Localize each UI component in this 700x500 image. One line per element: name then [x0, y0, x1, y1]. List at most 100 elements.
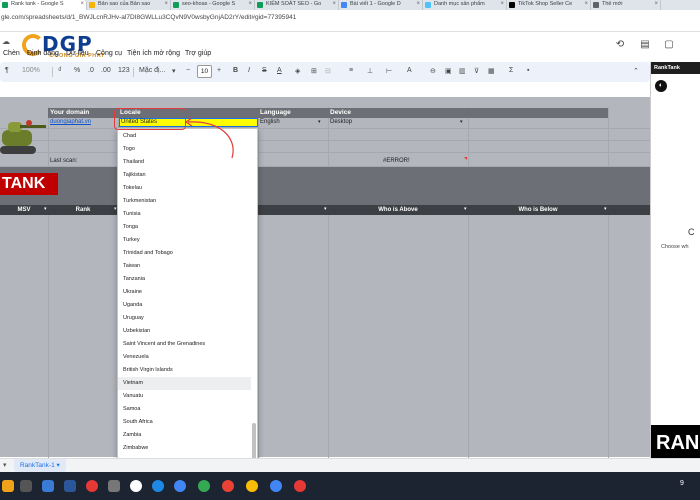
increase-decimal-button[interactable]: .00	[101, 67, 111, 74]
url-bar[interactable]: gle.com/spreadsheets/d/1_BWJLcnRJHv-al7D…	[0, 10, 700, 32]
chevron-down-icon[interactable]: ▾	[57, 462, 60, 469]
locale-option[interactable]: Taiwan	[118, 260, 251, 273]
align-icon[interactable]: ≡	[349, 67, 353, 74]
chrome-icon[interactable]	[270, 480, 282, 492]
dropdown-scrollbar[interactable]	[252, 423, 256, 463]
paint-format-icon[interactable]: ¶	[5, 67, 9, 74]
header-your-domain[interactable]: Your domain	[48, 108, 118, 118]
chrome-icon[interactable]	[222, 480, 234, 492]
font-size-decrease-button[interactable]: −	[186, 67, 190, 74]
menu-tools[interactable]: Công cụ	[96, 50, 122, 57]
locale-option[interactable]: Ukraine	[118, 286, 251, 299]
close-tab-icon[interactable]: ×	[654, 0, 658, 9]
locale-option[interactable]: Uzbekistan	[118, 325, 251, 338]
font-size-input[interactable]: 10	[197, 65, 212, 78]
strikethrough-icon[interactable]: S	[262, 67, 267, 74]
menu-data[interactable]: Dữ liệu	[66, 50, 89, 57]
comment-icon[interactable]: ▣	[445, 67, 452, 75]
locale-option[interactable]: Vanuatu	[118, 390, 251, 403]
wrap-icon[interactable]: ⊢	[386, 67, 392, 75]
spreadsheet-grid[interactable]	[0, 97, 650, 457]
locale-option[interactable]: Vietnam	[118, 377, 251, 390]
close-tab-icon[interactable]: ×	[500, 0, 504, 9]
close-tab-icon[interactable]: ×	[584, 0, 588, 9]
app-icon[interactable]	[152, 480, 164, 492]
th-msv[interactable]: MSV	[0, 205, 48, 215]
valign-icon[interactable]: ⊥	[367, 67, 373, 75]
font-size-increase-button[interactable]: +	[217, 67, 221, 74]
chevron-down-icon[interactable]: ▾	[318, 119, 321, 125]
browser-tab[interactable]: Danh mục sản phẩm ×	[423, 0, 507, 10]
italic-button[interactable]: I	[248, 67, 250, 74]
filter-views-icon[interactable]: ▦	[488, 67, 495, 75]
browser-tab[interactable]: Bài viết 1 - Google D ×	[339, 0, 423, 10]
filter-icon[interactable]: ⊽	[474, 67, 479, 75]
borders-icon[interactable]: ⊞	[311, 67, 317, 75]
browser-tab[interactable]: Thẻ mới ×	[591, 0, 661, 10]
chrome-icon[interactable]	[198, 480, 210, 492]
rotate-icon[interactable]: A	[407, 67, 412, 74]
th-who-above[interactable]: Who is Above	[328, 205, 468, 215]
link-icon[interactable]: ⊖	[430, 67, 436, 75]
chevron-down-icon[interactable]: ▾	[172, 67, 176, 75]
menu-help[interactable]: Trợ giúp	[185, 50, 211, 57]
lock-icon[interactable]: ▪	[527, 67, 529, 74]
filter-toggle-icon[interactable]: ▾	[464, 206, 467, 212]
functions-icon[interactable]: Σ	[509, 67, 513, 74]
language-cell[interactable]: English	[260, 119, 280, 125]
url-text[interactable]: gle.com/spreadsheets/d/1_BWJLcnRJHv-al7D…	[1, 14, 296, 21]
app-icon[interactable]	[130, 480, 142, 492]
th-rank[interactable]: Rank	[48, 205, 118, 215]
close-tab-icon[interactable]: ×	[248, 0, 252, 9]
app-icon[interactable]	[42, 480, 54, 492]
close-tab-icon[interactable]: ×	[164, 0, 168, 9]
text-color-icon[interactable]: A	[277, 67, 282, 74]
chrome-icon[interactable]	[174, 480, 186, 492]
locale-option[interactable]: Samoa	[118, 403, 251, 416]
device-cell[interactable]: Desktop	[330, 119, 352, 125]
font-select[interactable]: Mặc đị...	[139, 67, 165, 74]
locale-option[interactable]: Turkey	[118, 234, 251, 247]
chevron-down-icon[interactable]: ▾	[460, 119, 463, 125]
locale-option[interactable]: Uganda	[118, 299, 251, 312]
menu-insert[interactable]: Chèn	[3, 50, 20, 57]
close-tab-icon[interactable]: ×	[332, 0, 336, 9]
filter-toggle-icon[interactable]: ▾	[44, 206, 47, 212]
close-tab-icon[interactable]: ×	[80, 0, 84, 9]
locale-option[interactable]: Uruguay	[118, 312, 251, 325]
locale-option[interactable]: Zimbabwe	[118, 442, 251, 455]
locale-option[interactable]: Tanzania	[118, 273, 251, 286]
browser-tab[interactable]: KIỂM SOÁT SEO - Go ×	[255, 0, 339, 10]
locale-option[interactable]: Tajikistan	[118, 169, 251, 182]
chrome-icon[interactable]	[246, 480, 258, 492]
close-tab-icon[interactable]: ×	[416, 0, 420, 9]
chart-icon[interactable]: ▥	[459, 67, 466, 75]
locale-option[interactable]: Venezuela	[118, 351, 251, 364]
browser-tab[interactable]: Bản sao của Bản sao ×	[87, 0, 171, 10]
browser-tab[interactable]: TikTok Shop Seller Ce ×	[507, 0, 591, 10]
app-icon[interactable]	[108, 480, 120, 492]
locale-option[interactable]: South Africa	[118, 416, 251, 429]
app-icon[interactable]	[20, 480, 32, 492]
filter-toggle-icon[interactable]: ▾	[604, 206, 607, 212]
locale-dropdown[interactable]: Chad Togo Thailand Tajikistan Tokelau Turkmen…	[117, 128, 258, 470]
chrome-icon[interactable]	[294, 480, 306, 492]
app-icon[interactable]	[64, 480, 76, 492]
collapse-toolbar-icon[interactable]: ⌃	[633, 67, 639, 75]
currency-icon[interactable]: ₫	[58, 67, 62, 74]
menu-extensions[interactable]: Tiện ích mở rộng	[127, 50, 180, 57]
zoom-select[interactable]: 100%	[22, 67, 40, 74]
domain-link[interactable]: duongiaphat.vn	[50, 119, 91, 125]
locale-option[interactable]: Turkmenistan	[118, 195, 251, 208]
merge-icon[interactable]: ⊟	[325, 67, 331, 75]
comments-icon[interactable]: ▤	[640, 40, 650, 50]
locale-option[interactable]: Tunisia	[118, 208, 251, 221]
app-icon[interactable]	[2, 480, 14, 492]
locale-option[interactable]: Tokelau	[118, 182, 251, 195]
locale-option[interactable]: Saint Vincent and the Grenadines	[118, 338, 251, 351]
header-device[interactable]: Device	[328, 108, 468, 118]
fill-color-icon[interactable]: ◈	[295, 67, 300, 75]
filter-toggle-icon[interactable]: ▾	[324, 206, 327, 212]
menu-format[interactable]: Định dạng	[27, 50, 59, 57]
decrease-decimal-button[interactable]: .0	[88, 67, 94, 74]
